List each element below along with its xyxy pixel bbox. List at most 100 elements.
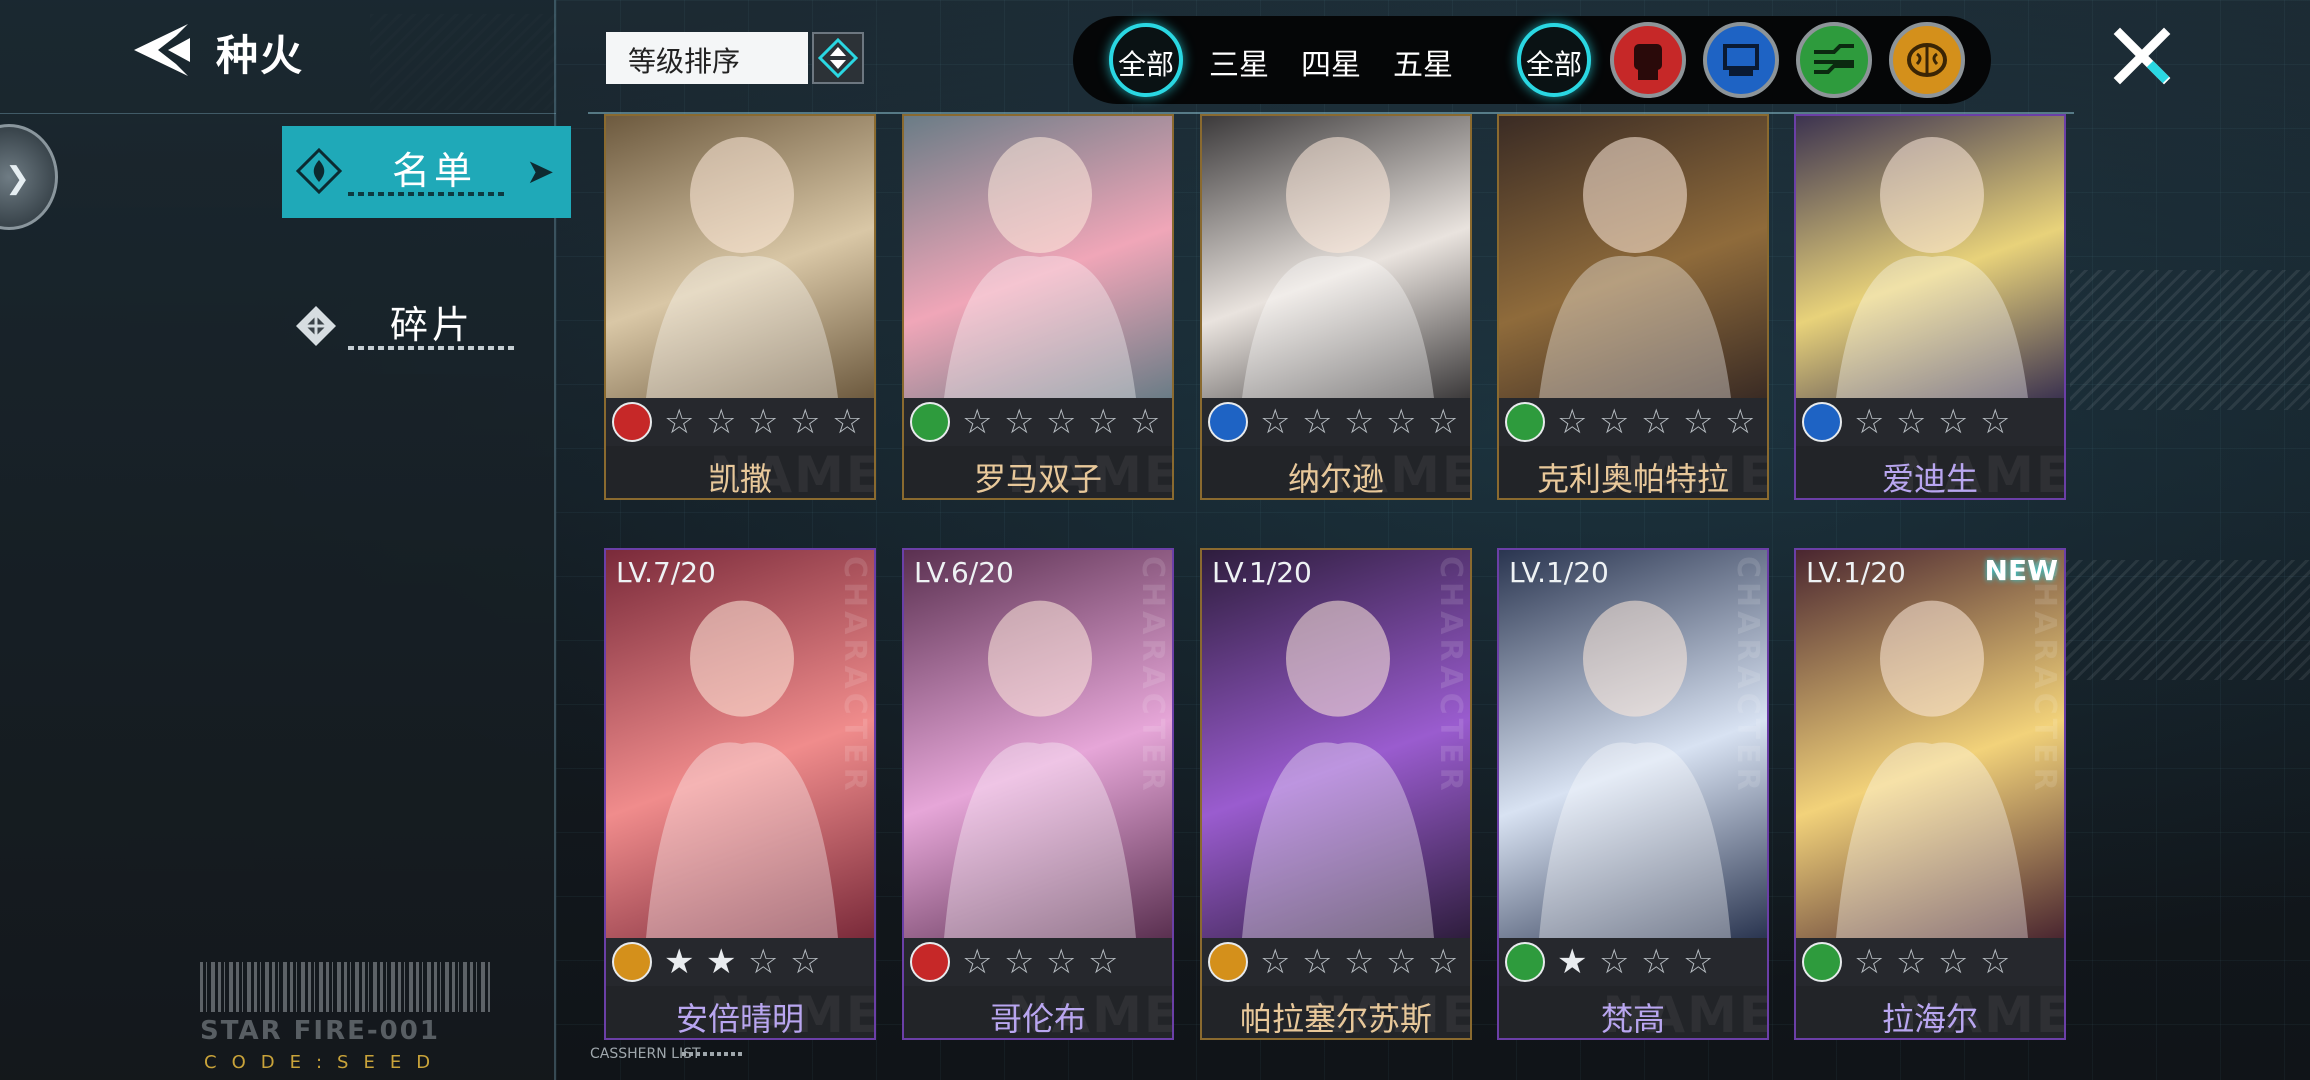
tab-fragments[interactable]: 碎片 bbox=[290, 294, 530, 358]
star-icon: ☆ bbox=[1088, 942, 1119, 982]
star-icon: ☆ bbox=[1386, 942, 1417, 982]
sort-dropdown[interactable]: 等级排序 bbox=[606, 32, 808, 84]
character-card[interactable]: ☆ ☆ ☆ ☆ NAME 爱迪生 bbox=[1794, 114, 2066, 500]
star-icon: ☆ bbox=[1260, 402, 1291, 442]
circuit-icon bbox=[910, 402, 950, 442]
character-card[interactable]: ☆ ☆ ☆ ☆ ☆ NAME 罗马双子 bbox=[902, 114, 1174, 500]
star-icon: ☆ bbox=[1344, 942, 1375, 982]
character-name: 拉海尔 bbox=[1881, 1000, 1978, 1038]
star-rating-row: ☆ ☆ ☆ ☆ ☆ bbox=[1499, 398, 1767, 446]
star-icon: ☆ bbox=[748, 402, 779, 442]
sort-toggle-icon[interactable] bbox=[812, 32, 864, 84]
character-name: 克利奥帕特拉 bbox=[1536, 460, 1729, 498]
character-card[interactable]: ☆ ☆ ☆ ☆ ☆ NAME 凯撒 bbox=[604, 114, 876, 500]
chip-icon[interactable] bbox=[1703, 22, 1779, 98]
star-icon: ☆ bbox=[706, 402, 737, 442]
star-icon: ☆ bbox=[1428, 942, 1459, 982]
star-icon: ☆ bbox=[1302, 942, 1333, 982]
character-name: 罗马双子 bbox=[973, 460, 1102, 498]
name-row: NAME 帕拉塞尔苏斯 bbox=[1202, 986, 1470, 1038]
character-portrait bbox=[1796, 550, 2064, 938]
name-row: NAME 梵高 bbox=[1499, 986, 1767, 1038]
character-portrait bbox=[1796, 116, 2064, 398]
name-row: NAME 哥伦布 bbox=[904, 986, 1172, 1038]
character-card[interactable]: LV.1/20 CHARACTER NEW ☆ ☆ ☆ ☆ NAME 拉海尔 bbox=[1794, 548, 2066, 1040]
character-card[interactable]: ☆ ☆ ☆ ☆ ☆ NAME 克利奥帕特拉 bbox=[1497, 114, 1769, 500]
character-portrait bbox=[904, 550, 1172, 938]
star-icon: ★ bbox=[664, 942, 695, 982]
character-portrait bbox=[1202, 116, 1470, 398]
tab-underline bbox=[348, 346, 518, 350]
fist-icon[interactable] bbox=[1610, 22, 1686, 98]
filter-rarity-all-label: 全部 bbox=[1117, 48, 1174, 81]
star-icon: ☆ bbox=[1938, 402, 1969, 442]
star-icon: ☆ bbox=[1557, 402, 1588, 442]
back-arrow-icon[interactable] bbox=[128, 20, 196, 80]
name-row: NAME 罗马双子 bbox=[904, 446, 1172, 498]
character-name: 梵高 bbox=[1600, 1000, 1665, 1038]
circuit-icon bbox=[1505, 402, 1545, 442]
level-label: LV.6/20 bbox=[914, 556, 1014, 589]
close-x-icon[interactable] bbox=[2112, 26, 2172, 86]
character-card[interactable]: LV.1/20 CHARACTER ☆ ☆ ☆ ☆ ☆ NAME 帕拉塞尔苏斯 bbox=[1200, 548, 1472, 1040]
tab-fragments-label: 碎片 bbox=[390, 303, 475, 347]
filter-bar: 全部 三星 四星 五星 全部 bbox=[1073, 16, 1991, 104]
name-row: NAME 拉海尔 bbox=[1796, 986, 2064, 1038]
character-name: 纳尔逊 bbox=[1287, 460, 1384, 498]
star-icon: ★ bbox=[1557, 942, 1588, 982]
circuit-icon[interactable] bbox=[1796, 22, 1872, 98]
chip-icon bbox=[1208, 402, 1248, 442]
character-card[interactable]: LV.6/20 CHARACTER ☆ ☆ ☆ ☆ NAME 哥伦布 bbox=[902, 548, 1174, 1040]
filter-rarity-all[interactable]: 全部 bbox=[1109, 23, 1183, 97]
brain-icon bbox=[1208, 942, 1248, 982]
circuit-icon bbox=[1802, 942, 1842, 982]
card-side-watermark: CHARACTER bbox=[2027, 556, 2062, 795]
tab-roster[interactable]: 名单 ➤ bbox=[282, 126, 571, 218]
filter-attr-all[interactable]: 全部 bbox=[1517, 23, 1591, 97]
star-icon: ☆ bbox=[1088, 402, 1119, 442]
circuit-icon bbox=[1505, 942, 1545, 982]
character-name: 凯撒 bbox=[707, 460, 772, 498]
filter-rarity-4star[interactable]: 四星 bbox=[1301, 40, 1361, 84]
star-icon: ☆ bbox=[790, 402, 821, 442]
divider bbox=[0, 113, 556, 114]
card-side-watermark: CHARACTER bbox=[1730, 556, 1765, 795]
tab-arrow-icon: ➤ bbox=[526, 152, 555, 192]
star-icon: ☆ bbox=[1428, 402, 1459, 442]
name-row: NAME 爱迪生 bbox=[1796, 446, 2064, 498]
fist-icon bbox=[910, 942, 950, 982]
chevron-right-icon: ❯ bbox=[5, 161, 31, 196]
character-card[interactable]: LV.1/20 CHARACTER ★ ☆ ☆ ☆ NAME 梵高 bbox=[1497, 548, 1769, 1040]
star-icon: ★ bbox=[706, 942, 737, 982]
list-label-dots bbox=[682, 1052, 742, 1056]
name-row: NAME 纳尔逊 bbox=[1202, 446, 1470, 498]
star-icon: ☆ bbox=[1004, 402, 1035, 442]
filter-attr-all-label: 全部 bbox=[1525, 48, 1582, 81]
character-card[interactable]: LV.7/20 CHARACTER ★ ★ ☆ ☆ NAME 安倍晴明 bbox=[604, 548, 876, 1040]
character-card[interactable]: ☆ ☆ ☆ ☆ ☆ NAME 纳尔逊 bbox=[1200, 114, 1472, 500]
page-title: 种火 bbox=[216, 31, 305, 80]
character-portrait bbox=[1499, 550, 1767, 938]
star-icon: ☆ bbox=[1896, 942, 1927, 982]
background-hatch bbox=[2070, 270, 2310, 410]
brain-icon[interactable] bbox=[1889, 22, 1965, 98]
filter-rarity-5star[interactable]: 五星 bbox=[1393, 40, 1453, 84]
name-row: NAME 凯撒 bbox=[606, 446, 874, 498]
star-icon: ☆ bbox=[1854, 942, 1885, 982]
name-row: NAME 安倍晴明 bbox=[606, 986, 874, 1038]
flame-diamond-icon bbox=[296, 148, 342, 194]
level-label: LV.1/20 bbox=[1509, 556, 1609, 589]
star-icon: ☆ bbox=[1683, 942, 1714, 982]
barcode-decoration bbox=[200, 962, 490, 1012]
filter-rarity-3star[interactable]: 三星 bbox=[1209, 40, 1269, 84]
star-icon: ☆ bbox=[1302, 402, 1333, 442]
star-icon: ☆ bbox=[1046, 402, 1077, 442]
star-icon: ☆ bbox=[1938, 942, 1969, 982]
level-label: LV.1/20 bbox=[1806, 556, 1906, 589]
star-icon: ☆ bbox=[1260, 942, 1291, 982]
star-icon: ☆ bbox=[1980, 402, 2011, 442]
star-icon: ☆ bbox=[790, 942, 821, 982]
star-icon: ☆ bbox=[1599, 402, 1630, 442]
star-rating-row: ★ ☆ ☆ ☆ bbox=[1499, 938, 1767, 986]
code-name-text: STAR FIRE-001 bbox=[200, 1016, 440, 1046]
